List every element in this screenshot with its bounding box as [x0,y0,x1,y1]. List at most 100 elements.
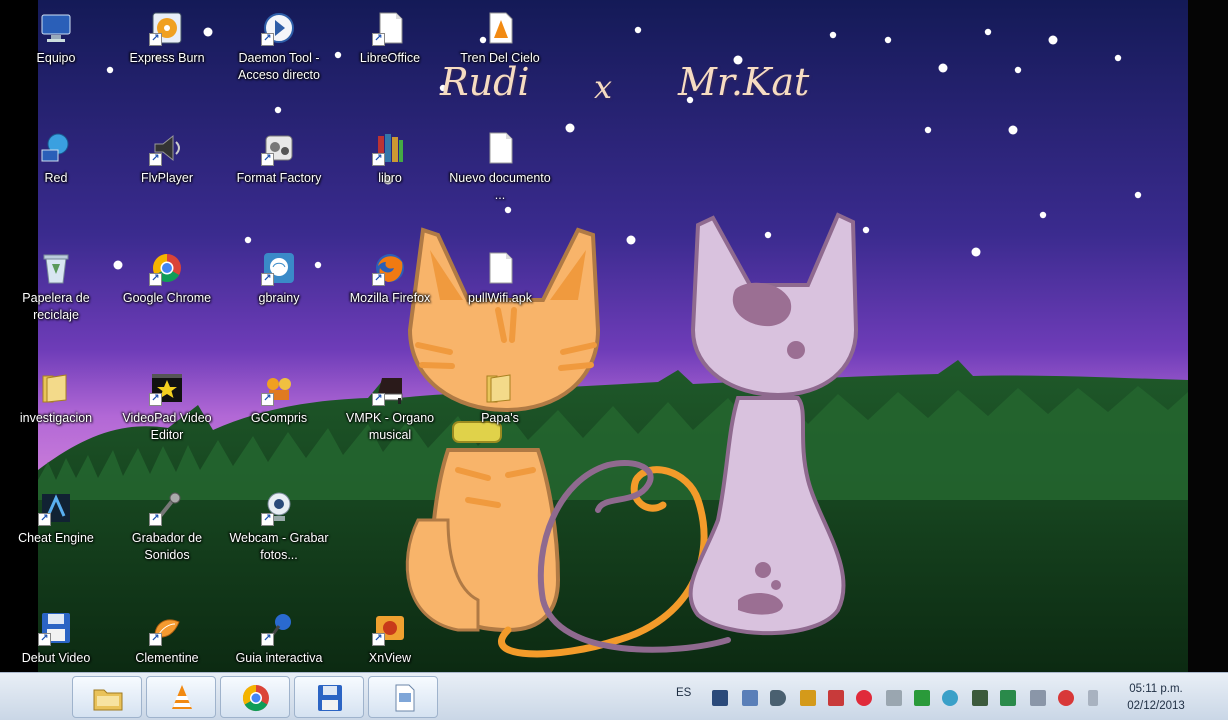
desktop-icon[interactable]: ↗ Clementine [115,610,219,667]
save-tray-icon[interactable] [712,690,728,706]
device-tray-icon[interactable] [886,690,902,706]
app-tray-icon[interactable] [800,690,816,706]
shortcut-arrow-icon: ↗ [38,633,51,646]
pushpin-icon: ↗ [261,610,297,646]
star [764,231,772,239]
shortcut-arrow-icon: ↗ [38,513,51,526]
recycle-bin-icon [38,250,74,286]
desktop-icon[interactable]: Nuevo documento ... [448,130,552,204]
desktop-icon[interactable]: Red [4,130,108,187]
flag-tray-icon[interactable] [828,690,844,706]
desktop-icon-label: Daemon Tool - Acceso directo [238,51,320,82]
desktop-icon[interactable]: ↗ XnView [338,610,442,667]
star [829,31,837,39]
desktop-icon[interactable]: ↗ libro [338,130,442,187]
star [274,106,282,114]
document-icon [395,684,415,712]
clock[interactable]: 05:11 p.m. 02/12/2013 [1122,681,1190,715]
microphone-icon: ↗ [149,490,185,526]
desktop-icon[interactable]: ↗ VideoPad Video Editor [115,370,219,444]
monitor-tray-icon[interactable] [1030,690,1046,706]
desktop-icon[interactable]: ↗ gbrainy [227,250,331,307]
desktop-icon[interactable]: ↗ Daemon Tool - Acceso directo [227,10,331,84]
shortcut-arrow-icon: ↗ [261,393,274,406]
shield-tray-icon[interactable] [972,690,988,706]
daemon-tools-icon: ↗ [261,10,297,46]
desktop-icon[interactable]: ↗ Google Chrome [115,250,219,307]
cheat-engine-icon: ↗ [38,490,74,526]
taskbar-document-button[interactable] [368,676,438,718]
shortcut-arrow-icon: ↗ [261,33,274,46]
folder-icon [93,689,123,711]
star [565,123,575,133]
desktop-icon[interactable]: ↗ LibreOffice [338,10,442,67]
clementine-icon: ↗ [149,610,185,646]
shortcut-arrow-icon: ↗ [149,393,162,406]
desktop-icon-label: Tren Del Cielo [460,51,540,65]
user-tray-icon[interactable] [742,690,758,706]
desktop-icon-label: Cheat Engine [18,531,94,545]
desktop-icon-label: pullWifi.apk [468,291,532,305]
shortcut-arrow-icon: ↗ [149,153,162,166]
taskbar-chrome-button[interactable] [220,676,290,718]
shortcut-arrow-icon: ↗ [261,273,274,286]
star [1008,125,1018,135]
network-tray-icon[interactable] [1000,690,1016,706]
globe-tray-icon[interactable] [942,690,958,706]
desktop-icon-label: VideoPad Video Editor [122,411,212,442]
desktop-icon-label: Papelera de reciclaje [22,291,90,322]
desktop-icon[interactable]: investigacion [4,370,108,427]
desktop-icon[interactable]: ↗ GCompris [227,370,331,427]
chat-tray-icon[interactable] [856,690,872,706]
sync-tray-icon[interactable] [914,690,930,706]
taskbar-vlc-button[interactable] [146,676,216,718]
desktop-icon[interactable]: Papa's [448,370,552,427]
shortcut-arrow-icon: ↗ [261,153,274,166]
shortcut-arrow-icon: ↗ [149,273,162,286]
star [634,26,642,34]
desktop-icon[interactable]: ↗ FlvPlayer [115,130,219,187]
desktop-icon[interactable]: ↗ Guia interactiva [227,610,331,667]
taskbar-debut-button[interactable] [294,676,364,718]
wallpaper-title-right: Mr.Kat [678,60,810,104]
chrome-icon [242,684,269,712]
desktop-icon[interactable]: pullWifi.apk [448,250,552,307]
desktop-icon-label: Format Factory [236,171,322,185]
language-indicator[interactable]: ES [676,687,691,699]
desktop-icon[interactable]: ↗ Webcam - Grabar fotos... [227,490,331,564]
gbrainy-icon: ↗ [261,250,297,286]
desktop-icon-label: Google Chrome [122,291,212,305]
alert-tray-icon[interactable] [1058,690,1074,706]
star [106,66,114,74]
shortcut-arrow-icon: ↗ [372,153,385,166]
shortcut-arrow-icon: ↗ [372,273,385,286]
desktop-icon-label: Express Burn [129,51,205,65]
star [884,36,892,44]
document-icon [482,130,518,166]
taskbar-explorer-button[interactable] [72,676,142,718]
desktop-icon[interactable]: ↗ Cheat Engine [4,490,108,547]
right-black-border [1188,0,1228,720]
desktop-icon-label: XnView [368,651,412,665]
shortcut-arrow-icon: ↗ [372,393,385,406]
desktop-icon[interactable]: ↗ Mozilla Firefox [338,250,442,307]
desktop-icon[interactable]: Equipo [4,10,108,67]
desktop-icon[interactable]: Papelera de reciclaje [4,250,108,324]
firefox-icon: ↗ [372,250,408,286]
shortcut-arrow-icon: ↗ [372,33,385,46]
desktop-icon-label: VMPK - Organo musical [345,411,435,442]
folder-icon [38,370,74,406]
desktop-icon-label: Nuevo documento ... [449,171,551,202]
clock-date: 02/12/2013 [1127,700,1185,712]
star [984,28,992,36]
battery-icon[interactable] [1088,690,1098,706]
desktop-icon[interactable]: ↗ Debut Video [4,610,108,667]
desktop-icon[interactable]: ↗ VMPK - Organo musical [338,370,442,444]
star [971,247,981,257]
desktop-icon[interactable]: ↗ Grabador de Sonidos [115,490,219,564]
desktop-icon[interactable]: ↗ Format Factory [227,130,331,187]
desktop-icon[interactable]: ↗ Express Burn [115,10,219,67]
volume-icon[interactable] [770,690,786,706]
desktop-icon[interactable]: Tren Del Cielo [448,10,552,67]
star [504,206,512,214]
